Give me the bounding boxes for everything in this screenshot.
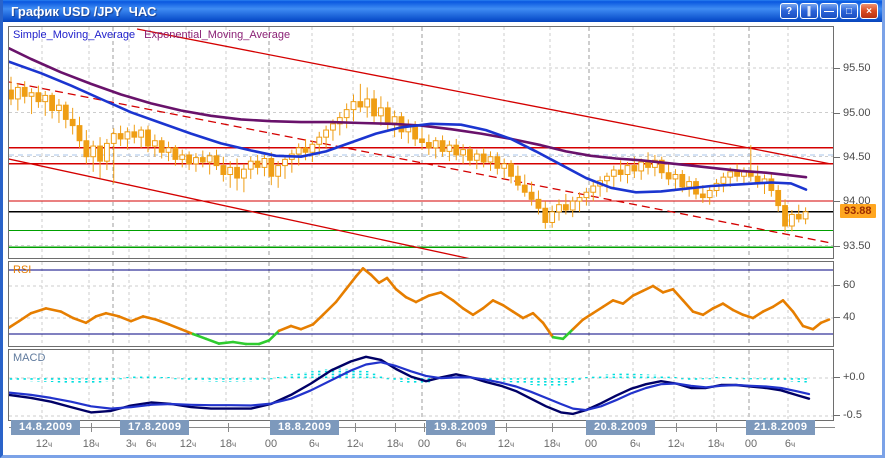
date-badge-20.8.2009: 20.8.2009 xyxy=(586,420,655,435)
rsi-tick-60: 60 xyxy=(834,279,855,291)
macd-panel: MACD xyxy=(8,349,834,421)
hour-label-00: 00 xyxy=(745,438,757,450)
close-button[interactable]: × xyxy=(860,3,878,19)
hour-label-18: 18ч xyxy=(708,438,724,450)
date-badge-14.8.2009: 14.8.2009 xyxy=(11,420,80,435)
chart-client-area: Simple_Moving_Average Exponential_Moving… xyxy=(3,22,882,455)
date-badge-19.8.2009: 19.8.2009 xyxy=(426,420,495,435)
time-tick xyxy=(506,423,507,432)
macd-canvas[interactable] xyxy=(9,350,833,420)
maximize-button[interactable]: □ xyxy=(840,3,858,19)
price-tick-94.00: 94.00 xyxy=(834,195,871,207)
legend-sma: Simple_Moving_Average xyxy=(13,29,135,41)
pause-button[interactable]: ∥ xyxy=(800,3,818,19)
time-axis: 12ч 18ч 3ч 6ч 12ч 18ч 00 6ч 12ч 18ч 00 6ч 12ч 18ч 00 6ч… xyxy=(3,418,885,455)
price-tick-93.50: 93.50 xyxy=(834,240,871,252)
hour-label-6: 6ч xyxy=(630,438,640,450)
date-badge-21.8.2009: 21.8.2009 xyxy=(746,420,815,435)
hour-label-18: 18ч xyxy=(387,438,403,450)
hour-label-6: 6ч xyxy=(146,438,156,450)
chart-window: График USD /JPY ЧАС ?∥—□× Simple_Moving_… xyxy=(0,0,885,458)
rsi-label: RSI xyxy=(13,264,31,276)
window-title: График USD /JPY ЧАС xyxy=(11,4,780,19)
hour-label-00: 00 xyxy=(418,438,430,450)
time-tick xyxy=(228,423,229,432)
time-tick xyxy=(676,423,677,432)
price-chart-canvas[interactable] xyxy=(9,27,833,258)
hour-label-12: 12ч xyxy=(668,438,684,450)
hour-label-00: 00 xyxy=(585,438,597,450)
help-button[interactable]: ? xyxy=(780,3,798,19)
hour-label-6: 6ч xyxy=(309,438,319,450)
hour-label-18: 18ч xyxy=(83,438,99,450)
hour-label-6: 6ч xyxy=(456,438,466,450)
hour-label-18: 18ч xyxy=(544,438,560,450)
titlebar[interactable]: График USD /JPY ЧАС ?∥—□× xyxy=(3,0,882,22)
hour-label-3: 3ч xyxy=(126,438,136,450)
rsi-canvas[interactable] xyxy=(9,262,833,346)
hour-label-12: 12ч xyxy=(347,438,363,450)
rsi-panel: RSI xyxy=(8,261,834,347)
hour-label-00: 00 xyxy=(265,438,277,450)
titlebar-buttons: ?∥—□× xyxy=(780,3,878,19)
time-tick xyxy=(552,423,553,432)
time-tick xyxy=(91,423,92,432)
date-badge-18.8.2009: 18.8.2009 xyxy=(270,420,339,435)
hour-label-12: 12ч xyxy=(180,438,196,450)
indicator-legend: Simple_Moving_Average Exponential_Moving… xyxy=(13,29,290,41)
rsi-tick-40: 40 xyxy=(834,311,855,323)
minimize-button[interactable]: — xyxy=(820,3,838,19)
price-chart-panel: Simple_Moving_Average Exponential_Moving… xyxy=(8,26,834,259)
price-tick-95.50: 95.50 xyxy=(834,62,871,74)
price-tick-95.00: 95.00 xyxy=(834,107,871,119)
legend-ema: Exponential_Moving_Average xyxy=(144,29,290,41)
time-tick xyxy=(395,423,396,432)
date-badge-17.8.2009: 17.8.2009 xyxy=(120,420,189,435)
hour-label-12: 12ч xyxy=(498,438,514,450)
hour-label-6: 6ч xyxy=(785,438,795,450)
hour-label-18: 18ч xyxy=(220,438,236,450)
time-tick xyxy=(355,423,356,432)
price-axis: 93.88 95.5095.0094.5094.0093.506040+0.0-… xyxy=(834,22,885,455)
macd-label: MACD xyxy=(13,352,45,364)
price-tick-94.50: 94.50 xyxy=(834,151,871,163)
hour-label-12: 12ч xyxy=(36,438,52,450)
time-tick xyxy=(424,423,425,432)
macd-tick-+0.0: +0.0 xyxy=(834,371,865,383)
time-tick xyxy=(716,423,717,432)
